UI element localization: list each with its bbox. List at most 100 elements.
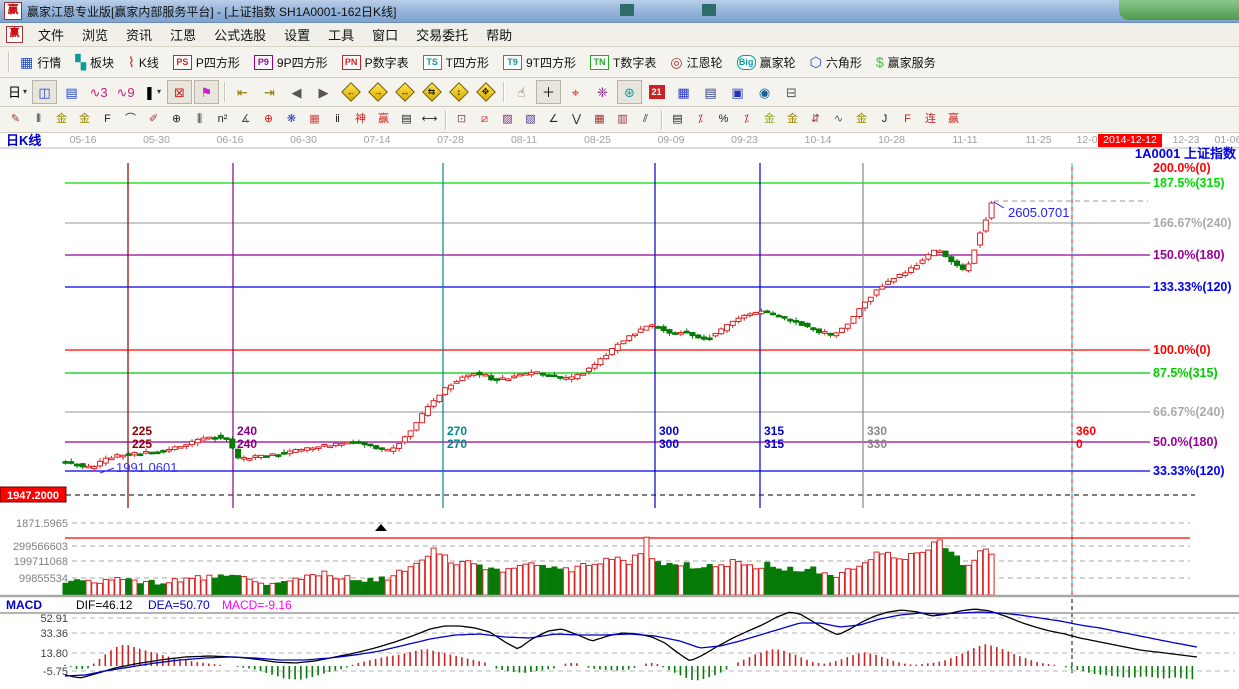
tool-angle-a[interactable]: ∡ (235, 109, 256, 130)
tool-zoom-out-x[interactable]: ↔ (392, 80, 417, 104)
tool-net-disk[interactable]: ◉ (752, 80, 777, 104)
tool-gold-angle[interactable]: 金 (851, 109, 872, 130)
tool-crosshair-tool[interactable]: ＋ (536, 80, 561, 104)
tool-spiral[interactable]: ⌒ (120, 109, 141, 130)
toolbar-button-9p-square[interactable]: P99P四方形 (248, 49, 334, 75)
tool-wave-tool[interactable]: ∿ (828, 109, 849, 130)
tool-f-angle[interactable]: F (897, 109, 918, 130)
tool-percent-levels[interactable]: ⁒ (736, 109, 757, 130)
tool-gold-comb-1[interactable]: 金 (51, 109, 72, 130)
menu-item-7[interactable]: 窗口 (363, 23, 407, 46)
tool-printer[interactable]: ⊟ (779, 80, 804, 104)
toolbar-button-t-square[interactable]: TST四方形 (417, 49, 495, 75)
tool-gold-comb-2[interactable]: 金 (74, 109, 95, 130)
tool-gold-circle[interactable]: 金 (759, 109, 780, 130)
menu-item-5[interactable]: 设置 (275, 23, 319, 46)
tool-flag[interactable]: ⚑ (194, 80, 219, 104)
toolbar-button-gann-wheel[interactable]: ◎江恩轮 (664, 49, 728, 75)
menu-item-3[interactable]: 江恩 (161, 23, 205, 46)
tool-notes[interactable]: ▤ (698, 80, 723, 104)
toolbar-button-quotes[interactable]: ▦行情 (14, 49, 67, 75)
tool-gann-tool[interactable]: ❈ (590, 80, 615, 104)
tool-wave-9[interactable]: ∿9 (113, 80, 138, 104)
tool-wave-3[interactable]: ∿3 (86, 80, 111, 104)
first-bar-icon: ⇤ (237, 86, 248, 99)
tool-calendar[interactable]: 21 (644, 80, 669, 104)
tool-zoom-all[interactable]: ✥ (473, 80, 498, 104)
toolbar-button-hexagon[interactable]: ⬡六角形 (804, 49, 868, 75)
tool-first-bar[interactable]: ⇤ (230, 80, 255, 104)
candle-body (172, 447, 177, 450)
tool-period-day[interactable]: 日▾ (5, 80, 30, 104)
tool-percent-line[interactable]: ⁒ (690, 109, 711, 130)
candle-style-dropdown-arrow[interactable]: ▾ (157, 88, 161, 96)
tool-trend-angle[interactable]: ∠ (543, 109, 564, 130)
toolbar-button-t-number-table[interactable]: TNT数字表 (584, 49, 662, 75)
tool-box-measure[interactable]: ⊡ (451, 109, 472, 130)
tool-gold-levels[interactable]: 金 (782, 109, 803, 130)
tool-comb[interactable]: ⫴ (28, 109, 49, 130)
tool-stats-bars[interactable]: ▤ (667, 109, 688, 130)
hexagon-icon: ⬡ (810, 55, 822, 69)
tool-shen[interactable]: 神 (350, 109, 371, 130)
tool-fibonacci[interactable]: F (97, 109, 118, 130)
tool-speed-angle[interactable]: 连 (920, 109, 941, 130)
toolbar-button-p-number-table[interactable]: PNP数字表 (336, 49, 415, 75)
tool-compress-x[interactable]: ⇆ (419, 80, 444, 104)
menu-item-2[interactable]: 资讯 (117, 23, 161, 46)
toolbar-button-winner-wheel[interactable]: Big赢家轮 (731, 49, 802, 75)
tool-target-red[interactable]: ⊕ (258, 109, 279, 130)
tool-ruler-grid[interactable]: ▤ (396, 109, 417, 130)
tool-updown[interactable]: ⇵ (805, 109, 826, 130)
tool-angle-tool[interactable]: ⌖ (563, 80, 588, 104)
tool-slashes[interactable]: ⫽ (635, 109, 656, 130)
toolbar-button-9t-square[interactable]: T99T四方形 (497, 49, 582, 75)
tool-hand-tool[interactable]: ☝ (509, 80, 534, 104)
tool-ying-angle[interactable]: 赢 (943, 109, 964, 130)
tool-percent[interactable]: % (713, 109, 734, 130)
menu-item-9[interactable]: 帮助 (477, 23, 521, 46)
tool-cycle-circle[interactable]: ⊕ (166, 109, 187, 130)
toolbar-button-p-square[interactable]: PSP四方形 (167, 49, 246, 75)
tool-calculator[interactable]: ▦ (671, 80, 696, 104)
tool-star-blue[interactable]: ❋ (281, 109, 302, 130)
tool-fan-red[interactable]: ⧄ (474, 109, 495, 130)
tool-pencil-circle[interactable]: ✐ (143, 109, 164, 130)
tool-j-angle[interactable]: J (874, 109, 895, 130)
menu-item-1[interactable]: 浏览 (73, 23, 117, 46)
menu-item-8[interactable]: 交易委托 (407, 23, 477, 46)
tool-grid-dark[interactable]: ▧ (520, 109, 541, 130)
tool-grid-red[interactable]: ▦ (304, 109, 325, 130)
tool-info-doc[interactable]: ▤ (59, 80, 84, 104)
toolbar-button-kline[interactable]: ⌇K线 (122, 49, 165, 75)
tool-candle-style[interactable]: ❚▾ (140, 80, 165, 104)
toolbar-button-sectors[interactable]: ▚板块 (69, 49, 120, 75)
tool-brain-tool[interactable]: ⊛ (617, 80, 642, 104)
tool-pencil[interactable]: ✎ (5, 109, 26, 130)
volume-bar (379, 577, 384, 595)
tool-k-marks[interactable]: ⅱ (327, 109, 348, 130)
toolbar-button-winner-service[interactable]: $赢家服务 (870, 49, 942, 75)
tool-comb-2[interactable]: ⫼ (189, 109, 210, 130)
tool-next-bar[interactable]: ▶ (311, 80, 336, 104)
tool-save-disk[interactable]: ▣ (725, 80, 750, 104)
tool-zigzag[interactable]: ⋁ (566, 109, 587, 130)
tool-last-bar[interactable]: ⇥ (257, 80, 282, 104)
menu-item-6[interactable]: 工具 (319, 23, 363, 46)
kline-chart-canvas[interactable]: 05-1605-3006-1606-3007-1407-2808-1108-25… (0, 133, 1239, 689)
tool-ying[interactable]: 赢 (373, 109, 394, 130)
tool-matrix-red-2[interactable]: ▥ (612, 109, 633, 130)
tool-n-square[interactable]: n² (212, 109, 233, 130)
period-day-dropdown-arrow[interactable]: ▾ (23, 88, 27, 96)
tool-pan-left[interactable]: ← (338, 80, 363, 104)
tool-grid-red[interactable]: ⊠ (167, 80, 192, 104)
tool-h-measure[interactable]: ⟷ (419, 109, 440, 130)
menu-item-4[interactable]: 公式选股 (205, 23, 275, 46)
menu-item-0[interactable]: 文件 (29, 23, 73, 46)
tool-prev-bar[interactable]: ◀ (284, 80, 309, 104)
tool-zoom-y[interactable]: ↕ (446, 80, 471, 104)
tool-grid-purple[interactable]: ▨ (497, 109, 518, 130)
tool-chart-window[interactable]: ◫ (32, 80, 57, 104)
tool-matrix-red[interactable]: ▦ (589, 109, 610, 130)
tool-pan-right[interactable]: → (365, 80, 390, 104)
